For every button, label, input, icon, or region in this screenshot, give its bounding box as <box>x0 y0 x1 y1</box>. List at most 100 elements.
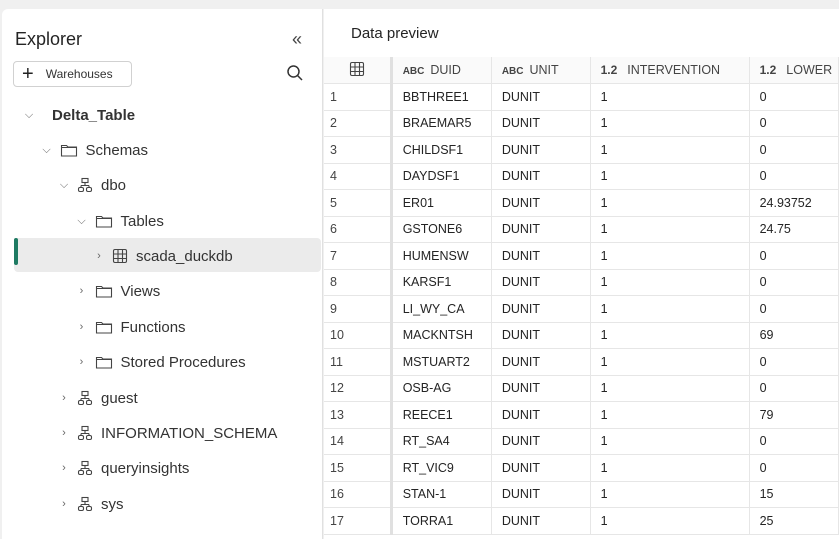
table-cell: 0 <box>749 295 839 323</box>
tree-item[interactable]: › queryinsights <box>57 453 189 483</box>
chevron-right-icon[interactable]: › <box>75 356 89 368</box>
folder-icon <box>95 213 113 229</box>
table-cell: DUNIT <box>491 295 591 323</box>
table-cell: BBTHREE1 <box>391 83 492 111</box>
explorer-title: Explorer <box>15 29 83 49</box>
type-icon: ABC <box>402 66 425 77</box>
tree-item[interactable]: ⌵ Schemas <box>40 135 149 165</box>
table-cell: 0 <box>749 454 839 482</box>
schema-icon <box>77 390 93 406</box>
table-cell: 0 <box>749 348 839 376</box>
column-header[interactable]: 1.2 LOWER <box>749 57 839 84</box>
table-row[interactable]: 12 OSB-AG DUNIT 1 0 <box>324 375 839 402</box>
table-row[interactable]: 9 LI_WY_CA DUNIT 1 0 <box>324 295 839 323</box>
folder-icon <box>95 319 113 335</box>
tree-item-label: guest <box>101 389 138 407</box>
table-cell: 24.75 <box>749 216 839 243</box>
schema-icon <box>77 460 93 476</box>
tree-item-label: Schemas <box>85 141 149 159</box>
chevron-down-icon[interactable]: ⌵ <box>22 109 36 122</box>
table-row[interactable]: 17 TORRA1 DUNIT 1 25 <box>324 507 839 535</box>
tree-item[interactable]: ⌵ Delta_Table <box>22 100 135 130</box>
schema-icon <box>77 425 93 441</box>
table-row[interactable]: 2 BRAEMAR5 DUNIT 1 0 <box>324 110 839 137</box>
tree-item[interactable]: ⌵ dbo <box>57 170 126 200</box>
table-cell: HUMENSW <box>391 242 492 270</box>
chevron-down-icon[interactable]: ⌵ <box>57 179 71 192</box>
table-row[interactable]: 6 GSTONE6 DUNIT 1 24.75 <box>324 216 839 243</box>
row-number: 9 <box>324 295 393 323</box>
table-row[interactable]: 5 ER01 DUNIT 1 24.93752 <box>324 189 839 217</box>
table-cell: LI_WY_CA <box>391 295 492 323</box>
chevron-right-icon[interactable]: › <box>57 462 71 474</box>
column-header[interactable]: ABC UNIT <box>491 57 591 84</box>
table-row[interactable]: 3 CHILDSF1 DUNIT 1 0 <box>324 136 839 164</box>
table-cell: GSTONE6 <box>391 216 492 243</box>
table-row[interactable]: 10 MACKNTSH DUNIT 1 69 <box>324 322 839 349</box>
row-number: 11 <box>324 348 393 376</box>
tree-item[interactable]: › guest <box>57 383 138 413</box>
table-cell: MSTUART2 <box>391 348 492 376</box>
table-row[interactable]: 16 STAN-1 DUNIT 1 15 <box>324 481 839 508</box>
row-number: 12 <box>324 375 393 402</box>
tree-item[interactable]: ⌵ Tables <box>75 206 164 236</box>
table-cell: ER01 <box>391 189 492 217</box>
column-header[interactable]: 1.2 INTERVENTION <box>590 57 750 84</box>
folder-icon <box>60 142 78 158</box>
row-number: 16 <box>324 481 393 508</box>
chevron-right-icon[interactable]: › <box>57 392 71 404</box>
table-cell: DUNIT <box>491 216 591 243</box>
table-cell: DUNIT <box>491 507 591 535</box>
table-row[interactable]: 7 HUMENSW DUNIT 1 0 <box>324 242 839 270</box>
table-row[interactable]: 11 MSTUART2 DUNIT 1 0 <box>324 348 839 376</box>
selection-indicator <box>14 238 18 265</box>
table-row[interactable]: 1 BBTHREE1 DUNIT 1 0 <box>324 83 839 111</box>
table-cell: OSB-AG <box>391 375 492 402</box>
table-row[interactable]: 14 RT_SA4 DUNIT 1 0 <box>324 428 839 455</box>
table-row[interactable]: 15 RT_VIC9 DUNIT 1 0 <box>324 454 839 482</box>
chevron-right-icon[interactable]: › <box>75 285 89 297</box>
row-number: 3 <box>324 136 393 164</box>
select-all-grid-icon[interactable] <box>324 57 393 84</box>
table-cell: 25 <box>749 507 839 535</box>
collapse-icon[interactable]: « <box>292 29 302 50</box>
row-number: 7 <box>324 242 393 270</box>
table-cell: BRAEMAR5 <box>391 110 492 137</box>
chevron-right-icon[interactable]: › <box>92 250 106 262</box>
table-cell: KARSF1 <box>391 269 492 296</box>
search-icon[interactable] <box>286 64 304 82</box>
chevron-right-icon[interactable]: › <box>57 498 71 510</box>
table-cell: DUNIT <box>491 428 591 455</box>
row-number: 13 <box>324 401 393 429</box>
tree-item[interactable]: › scada_duckdb <box>92 241 233 271</box>
tree-item[interactable]: › Stored Procedures <box>75 347 246 377</box>
table-row[interactable]: 8 KARSF1 DUNIT 1 0 <box>324 269 839 296</box>
add-warehouses-button[interactable]: + Warehouses <box>13 61 132 87</box>
table-cell: DUNIT <box>491 189 591 217</box>
chevron-right-icon[interactable]: › <box>57 427 71 439</box>
tree-item[interactable]: › Views <box>75 276 161 306</box>
tree-item[interactable]: › INFORMATION_SCHEMA <box>57 418 277 448</box>
table-row[interactable]: 4 DAYDSF1 DUNIT 1 0 <box>324 163 839 190</box>
tree-item-label: Delta_Table <box>52 106 136 124</box>
tree-item[interactable]: › sys <box>57 489 123 519</box>
table-cell: MACKNTSH <box>391 322 492 349</box>
type-icon: 1.2 <box>600 63 618 77</box>
schema-icon <box>77 496 93 512</box>
tree-item[interactable]: › Functions <box>75 312 186 342</box>
row-number: 17 <box>324 507 393 535</box>
chevron-down-icon[interactable]: ⌵ <box>75 215 89 228</box>
table-cell: 1 <box>590 136 750 164</box>
folder-icon <box>95 354 113 370</box>
table-cell: 1 <box>590 216 750 243</box>
column-header[interactable]: ABC DUID <box>391 57 492 84</box>
table-cell: DUNIT <box>491 242 591 270</box>
table-row[interactable]: 13 REECE1 DUNIT 1 79 <box>324 401 839 429</box>
tree-item-label: dbo <box>101 176 127 194</box>
chevron-right-icon[interactable]: › <box>75 321 89 333</box>
row-number: 2 <box>324 110 393 137</box>
table-cell: 0 <box>749 375 839 402</box>
table-cell: DUNIT <box>491 322 591 349</box>
chevron-down-icon[interactable]: ⌵ <box>40 144 54 157</box>
table-cell: 24.93752 <box>749 189 839 217</box>
